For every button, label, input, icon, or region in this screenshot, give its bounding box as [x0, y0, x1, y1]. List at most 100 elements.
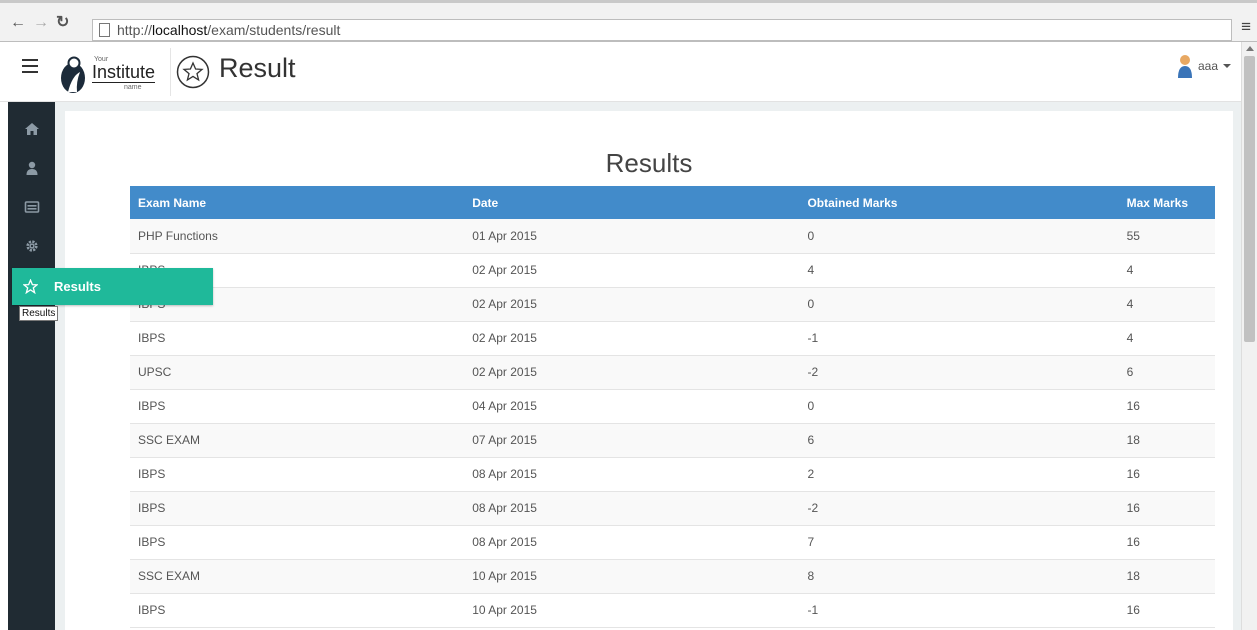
cell-max-marks: 16 — [1126, 535, 1140, 549]
table-row: IBPS02 Apr 201544 — [130, 253, 1215, 287]
cell-exam-name: SSC EXAM — [138, 569, 201, 583]
cell-date: 07 Apr 2015 — [472, 433, 537, 447]
table-row: IBPS 08 Apr 2015 7 16 — [130, 525, 1215, 559]
table-row: PHP Functions 01 Apr 2015 0 55 — [130, 219, 1215, 253]
table-row: IBPS 10 Apr 2015 -1 16 — [130, 593, 1215, 627]
cell-exam-name: IBPS — [138, 603, 166, 617]
sidebar-item-results[interactable]: Results — [12, 268, 213, 305]
cell-exam-name: IBPS — [138, 331, 166, 345]
column-header-exam-name: Exam Name — [138, 195, 207, 210]
scrollbar-thumb[interactable] — [1244, 56, 1255, 342]
cell-obtained-marks: 0 — [807, 228, 815, 243]
url-path: /exam/students/result — [207, 22, 341, 38]
card-icon[interactable] — [24, 200, 40, 214]
cell-date: 08 Apr 2015 — [472, 467, 537, 481]
browser-menu-icon[interactable]: ≡ — [1241, 17, 1251, 37]
url-host: localhost — [152, 22, 208, 38]
user-icon[interactable] — [24, 161, 40, 175]
chevron-down-icon — [1223, 64, 1231, 68]
star-icon — [23, 279, 38, 294]
logo-figure-icon — [61, 56, 85, 93]
cell-max-marks: 4 — [1126, 263, 1134, 277]
results-heading: Results — [605, 148, 693, 178]
cell-date: 10 Apr 2015 — [472, 603, 537, 617]
cell-exam-name: IBPS — [138, 399, 166, 413]
browser-toolbar: ← → ↻ http://localhost/exam/students/res… — [0, 0, 1257, 42]
cell-max-marks: 16 — [1126, 467, 1140, 481]
user-name: aaa — [1197, 59, 1218, 73]
cell-exam-name: UPSC — [138, 365, 172, 379]
table-row: IBPS 04 Apr 2015 0 16 — [130, 389, 1215, 423]
back-icon[interactable]: ← — [10, 15, 26, 31]
cell-date: 01 Apr 2015 — [472, 228, 537, 243]
cell-max-marks: 16 — [1126, 399, 1140, 413]
cell-exam-name: IBPS — [138, 467, 166, 481]
page-title: Result — [219, 53, 296, 83]
cell-obtained-marks: 2 — [807, 467, 815, 481]
cell-obtained-marks: 8 — [807, 569, 815, 583]
table-row: IBPS 08 Apr 2015 2 16 — [130, 457, 1215, 491]
cell-date: 08 Apr 2015 — [472, 535, 537, 549]
table-row: SSC EXAM 07 Apr 2015 6 18 — [130, 423, 1215, 457]
cell-max-marks: 18 — [1126, 433, 1140, 447]
cell-max-marks: 16 — [1126, 603, 1140, 617]
app-header: Your Institute name Result aaa — [0, 42, 1241, 102]
menu-toggle-icon[interactable] — [22, 59, 38, 73]
table-header-row: Exam Name Date Obtained Marks Max Marks — [130, 186, 1215, 219]
cell-exam-name: PHP Functions — [138, 228, 218, 243]
sidebar — [8, 102, 55, 630]
table-row: UPSC 02 Apr 2015 -2 6 — [130, 355, 1215, 389]
cell-date: 02 Apr 2015 — [472, 297, 537, 311]
column-header-date: Date — [472, 195, 499, 210]
cell-exam-name: IBPS — [138, 535, 166, 549]
institute-logo[interactable]: Your Institute name — [58, 48, 171, 96]
cell-obtained-marks: -1 — [807, 603, 819, 617]
sidebar-item-label: Results — [54, 279, 101, 294]
cell-obtained-marks: 0 — [807, 297, 815, 311]
cell-date: 04 Apr 2015 — [472, 399, 537, 413]
home-icon[interactable] — [24, 122, 40, 136]
scroll-up-arrow-icon[interactable] — [1246, 46, 1254, 51]
user-menu[interactable]: aaa — [1177, 54, 1231, 78]
cell-date: 02 Apr 2015 — [472, 365, 537, 379]
cell-date: 02 Apr 2015 — [472, 331, 537, 345]
address-bar[interactable]: http://localhost/exam/students/result — [92, 19, 1232, 41]
cell-obtained-marks: -2 — [807, 365, 819, 379]
forward-icon[interactable]: → — [33, 15, 49, 31]
cell-obtained-marks: -1 — [807, 331, 819, 345]
gear-icon[interactable] — [24, 239, 40, 253]
results-panel: Results Exam Name Date Obtained Marks Ma… — [65, 111, 1233, 630]
cell-date: 10 Apr 2015 — [472, 569, 537, 583]
cell-date: 08 Apr 2015 — [472, 501, 537, 515]
page-icon — [99, 23, 110, 37]
cell-max-marks: 4 — [1126, 331, 1134, 345]
cell-max-marks: 55 — [1126, 228, 1140, 243]
cell-obtained-marks: 6 — [807, 433, 815, 447]
cell-max-marks: 16 — [1126, 501, 1140, 515]
table-row: IBPS 08 Apr 2015 -2 16 — [130, 491, 1215, 525]
cell-date: 02 Apr 2015 — [472, 263, 537, 277]
reload-icon[interactable]: ↻ — [56, 15, 69, 31]
cell-max-marks: 18 — [1126, 569, 1140, 583]
cell-exam-name: SSC EXAM — [138, 433, 201, 447]
star-circle-icon — [176, 55, 210, 89]
logo-main-text: Institute — [92, 62, 156, 83]
url-prefix: http:// — [117, 22, 153, 38]
column-header-max-marks: Max Marks — [1126, 195, 1188, 210]
cell-max-marks: 6 — [1126, 365, 1134, 379]
table-row: IBPS02 Apr 201504 — [130, 287, 1215, 321]
cell-max-marks: 4 — [1126, 297, 1134, 311]
results-tooltip: Results — [19, 306, 59, 321]
cell-obtained-marks: 4 — [807, 263, 815, 277]
table-row: SSC EXAM 10 Apr 2015 8 18 — [130, 559, 1215, 593]
cell-obtained-marks: -2 — [807, 501, 819, 515]
cell-obtained-marks: 7 — [807, 535, 815, 549]
column-header-obtained-marks: Obtained Marks — [807, 195, 898, 210]
table-row: IBPS 02 Apr 2015 -1 4 — [130, 321, 1215, 355]
cell-exam-name: IBPS — [138, 501, 166, 515]
results-table: Exam Name Date Obtained Marks Max Marks … — [130, 186, 1215, 628]
page-scrollbar[interactable] — [1241, 42, 1257, 630]
cell-obtained-marks: 0 — [807, 399, 815, 413]
user-avatar-icon — [1177, 55, 1192, 78]
logo-sub-text: name — [124, 84, 142, 91]
